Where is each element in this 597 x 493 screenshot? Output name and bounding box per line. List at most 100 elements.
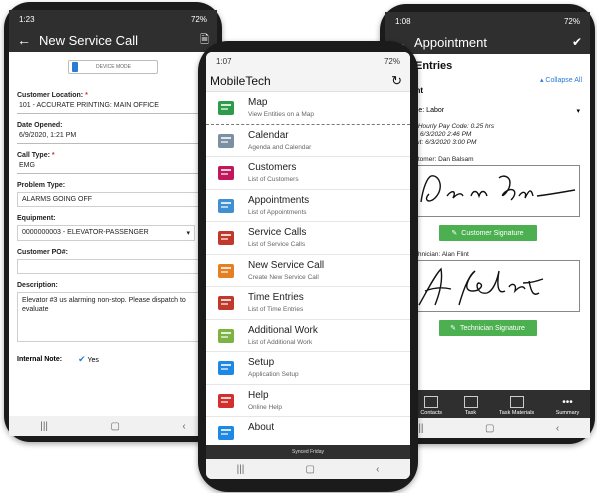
center-phone: 1:07 72% MobileTech ↻ Map View Entities o…	[198, 41, 418, 492]
home-icon[interactable]: ▢	[485, 423, 494, 434]
back-arrow-icon[interactable]: ←	[17, 32, 31, 48]
checkmark-save-icon[interactable]: ✔	[572, 35, 582, 49]
back-icon[interactable]: ‹	[182, 421, 185, 432]
customer-po-label: Customer PO#:	[17, 249, 68, 256]
equipment-label: Equipment:	[17, 215, 56, 222]
tab-summary[interactable]: ••• Summary	[556, 397, 580, 416]
menu-item-text: Setup Application Setup	[248, 357, 299, 378]
tab-task-materials[interactable]: Task Materials	[499, 396, 534, 416]
toggle-knob	[72, 62, 78, 72]
menu-item-subtitle: List of Time Entries	[248, 306, 304, 313]
menu-item-title: Setup	[248, 357, 275, 368]
service-calls-icon	[216, 228, 236, 248]
internal-note-label: Internal Note:	[17, 356, 63, 363]
menu-item-text: Service Calls List of Service Calls	[248, 227, 306, 248]
calendar-icon	[216, 131, 236, 151]
menu-item-help[interactable]: Help Online Help	[206, 385, 410, 417]
menu-item-subtitle: Create New Service Call	[248, 273, 319, 281]
left-phone-screen: 1:23 72% ← New Service Call 🗎 DEVICE MOD…	[9, 10, 217, 436]
technician-signature-box[interactable]	[413, 260, 580, 312]
menu-item-title: Customers	[248, 162, 297, 173]
task-materials-icon	[509, 396, 524, 408]
tab-contacts[interactable]: Contacts	[420, 396, 442, 416]
problem-type-field[interactable]: ALARMS GOING OFF	[17, 192, 209, 207]
more-icon: •••	[562, 397, 573, 408]
menu-item-title: About	[248, 422, 275, 433]
checkmark-icon: ✔	[78, 354, 86, 364]
technician-signature-button[interactable]: ✎ Technician Signature	[438, 320, 537, 336]
sync-icon[interactable]: ↻	[391, 73, 402, 89]
time-entries-icon	[216, 293, 236, 313]
problem-type-label: Problem Type:	[17, 182, 66, 189]
device-mode-toggle[interactable]: DEVICE MODE	[68, 60, 158, 74]
date-opened-field[interactable]: 6/9/2020, 1:21 PM	[17, 129, 209, 144]
menu-item-text: About	[248, 422, 274, 436]
back-icon[interactable]: ‹	[376, 464, 379, 475]
menu-item-calendar[interactable]: Calendar Agenda and Calendar	[206, 125, 410, 157]
pencil-icon: ✎	[451, 230, 458, 237]
sync-status: Synced Friday	[206, 445, 410, 459]
menu-item-subtitle: List of Appointments	[248, 208, 307, 216]
customer-po-field[interactable]	[17, 259, 209, 274]
call-type-label: Call Type: *	[17, 152, 55, 159]
menu-item-text: New Service Call Create New Service Call	[248, 260, 324, 281]
contacts-icon	[424, 396, 439, 408]
status-time: 1:08	[395, 16, 411, 26]
menu-item-subtitle: List of Customers	[248, 176, 299, 183]
app-bar: ← Appointment ✔	[385, 30, 590, 54]
status-bar: 1:08 72%	[385, 12, 590, 30]
tab-task[interactable]: Task	[463, 396, 478, 416]
dropdown-arrow-icon: ▾	[576, 108, 580, 115]
app-bar: ← New Service Call 🗎	[9, 28, 217, 52]
internal-note-checkbox[interactable]: ✔ Yes	[78, 354, 99, 365]
menu-item-subtitle: Agenda and Calendar	[248, 143, 312, 151]
menu-item-appointments[interactable]: Appointments List of Appointments	[206, 190, 410, 222]
save-icon[interactable]: 🗎	[200, 31, 209, 50]
recent-apps-icon[interactable]: |||	[237, 464, 245, 475]
main-menu: Map View Entities on a Map Calendar Agenda …	[206, 92, 410, 450]
device-mode-label: DEVICE MODE	[96, 64, 132, 70]
description-label: Description:	[17, 282, 58, 289]
home-icon[interactable]: ▢	[111, 421, 120, 432]
customer-location-field[interactable]: 101 - ACCURATE PRINTING: MAIN OFFICE	[17, 99, 209, 114]
menu-item-text: Map View Entities on a Map	[248, 97, 314, 118]
app-bar: MobileTech ↻	[206, 70, 410, 92]
menu-item-map[interactable]: Map View Entities on a Map	[206, 92, 410, 125]
menu-item-customers[interactable]: Customers List of Customers	[206, 157, 410, 190]
customers-icon	[216, 163, 236, 183]
equipment-select[interactable]: 0000000003 - ELEVATOR-PASSENGER ▾	[17, 225, 195, 241]
recent-apps-icon[interactable]: |||	[40, 421, 48, 432]
description-field[interactable]: Elevator #3 us alarming non-stop. Please…	[17, 292, 209, 342]
home-icon[interactable]: ▢	[305, 464, 314, 475]
menu-item-text: Appointments List of Appointments	[248, 195, 309, 216]
help-icon	[216, 391, 236, 411]
menu-item-title: Additional Work	[248, 324, 318, 336]
menu-item-title: Help	[248, 389, 269, 401]
setup-icon	[216, 358, 236, 378]
center-phone-screen: 1:07 72% MobileTech ↻ Map View Entities o…	[206, 52, 410, 479]
call-type-field[interactable]: EMG	[17, 159, 209, 174]
task-icon	[463, 396, 478, 408]
menu-item-subtitle: List of Additional Work	[248, 338, 313, 346]
menu-item-setup[interactable]: Setup Application Setup	[206, 352, 410, 385]
customer-signature-box[interactable]	[413, 165, 580, 217]
menu-item-service-calls[interactable]: Service Calls List of Service Calls	[206, 222, 410, 255]
menu-item-new-service-call[interactable]: New Service Call Create New Service Call	[206, 255, 410, 287]
menu-item-text: Help Online Help	[248, 390, 282, 411]
status-time: 1:07	[216, 56, 232, 66]
appointments-icon	[216, 196, 236, 216]
menu-item-title: New Service Call	[248, 259, 325, 271]
menu-item-additional-work[interactable]: Additional Work List of Additional Work	[206, 320, 410, 352]
menu-item-text: Time Entries List of Time Entries	[248, 292, 304, 313]
menu-item-time-entries[interactable]: Time Entries List of Time Entries	[206, 287, 410, 320]
menu-item-text: Customers List of Customers	[248, 162, 299, 183]
left-phone: 1:23 72% ← New Service Call 🗎 DEVICE MOD…	[4, 2, 222, 442]
menu-item-subtitle: List of Service Calls	[248, 241, 306, 248]
service-call-form: Customer Location: * 101 - ACCURATE PRIN…	[9, 92, 217, 365]
status-bar: 1:07 72%	[206, 52, 410, 70]
page-title: New Service Call	[39, 32, 138, 48]
customer-signature-button[interactable]: ✎ Customer Signature	[438, 225, 537, 241]
device-mode-toggle-row: DEVICE MODE	[9, 52, 217, 80]
menu-item-text: Additional Work List of Additional Work	[248, 325, 318, 346]
back-icon[interactable]: ‹	[556, 423, 559, 434]
